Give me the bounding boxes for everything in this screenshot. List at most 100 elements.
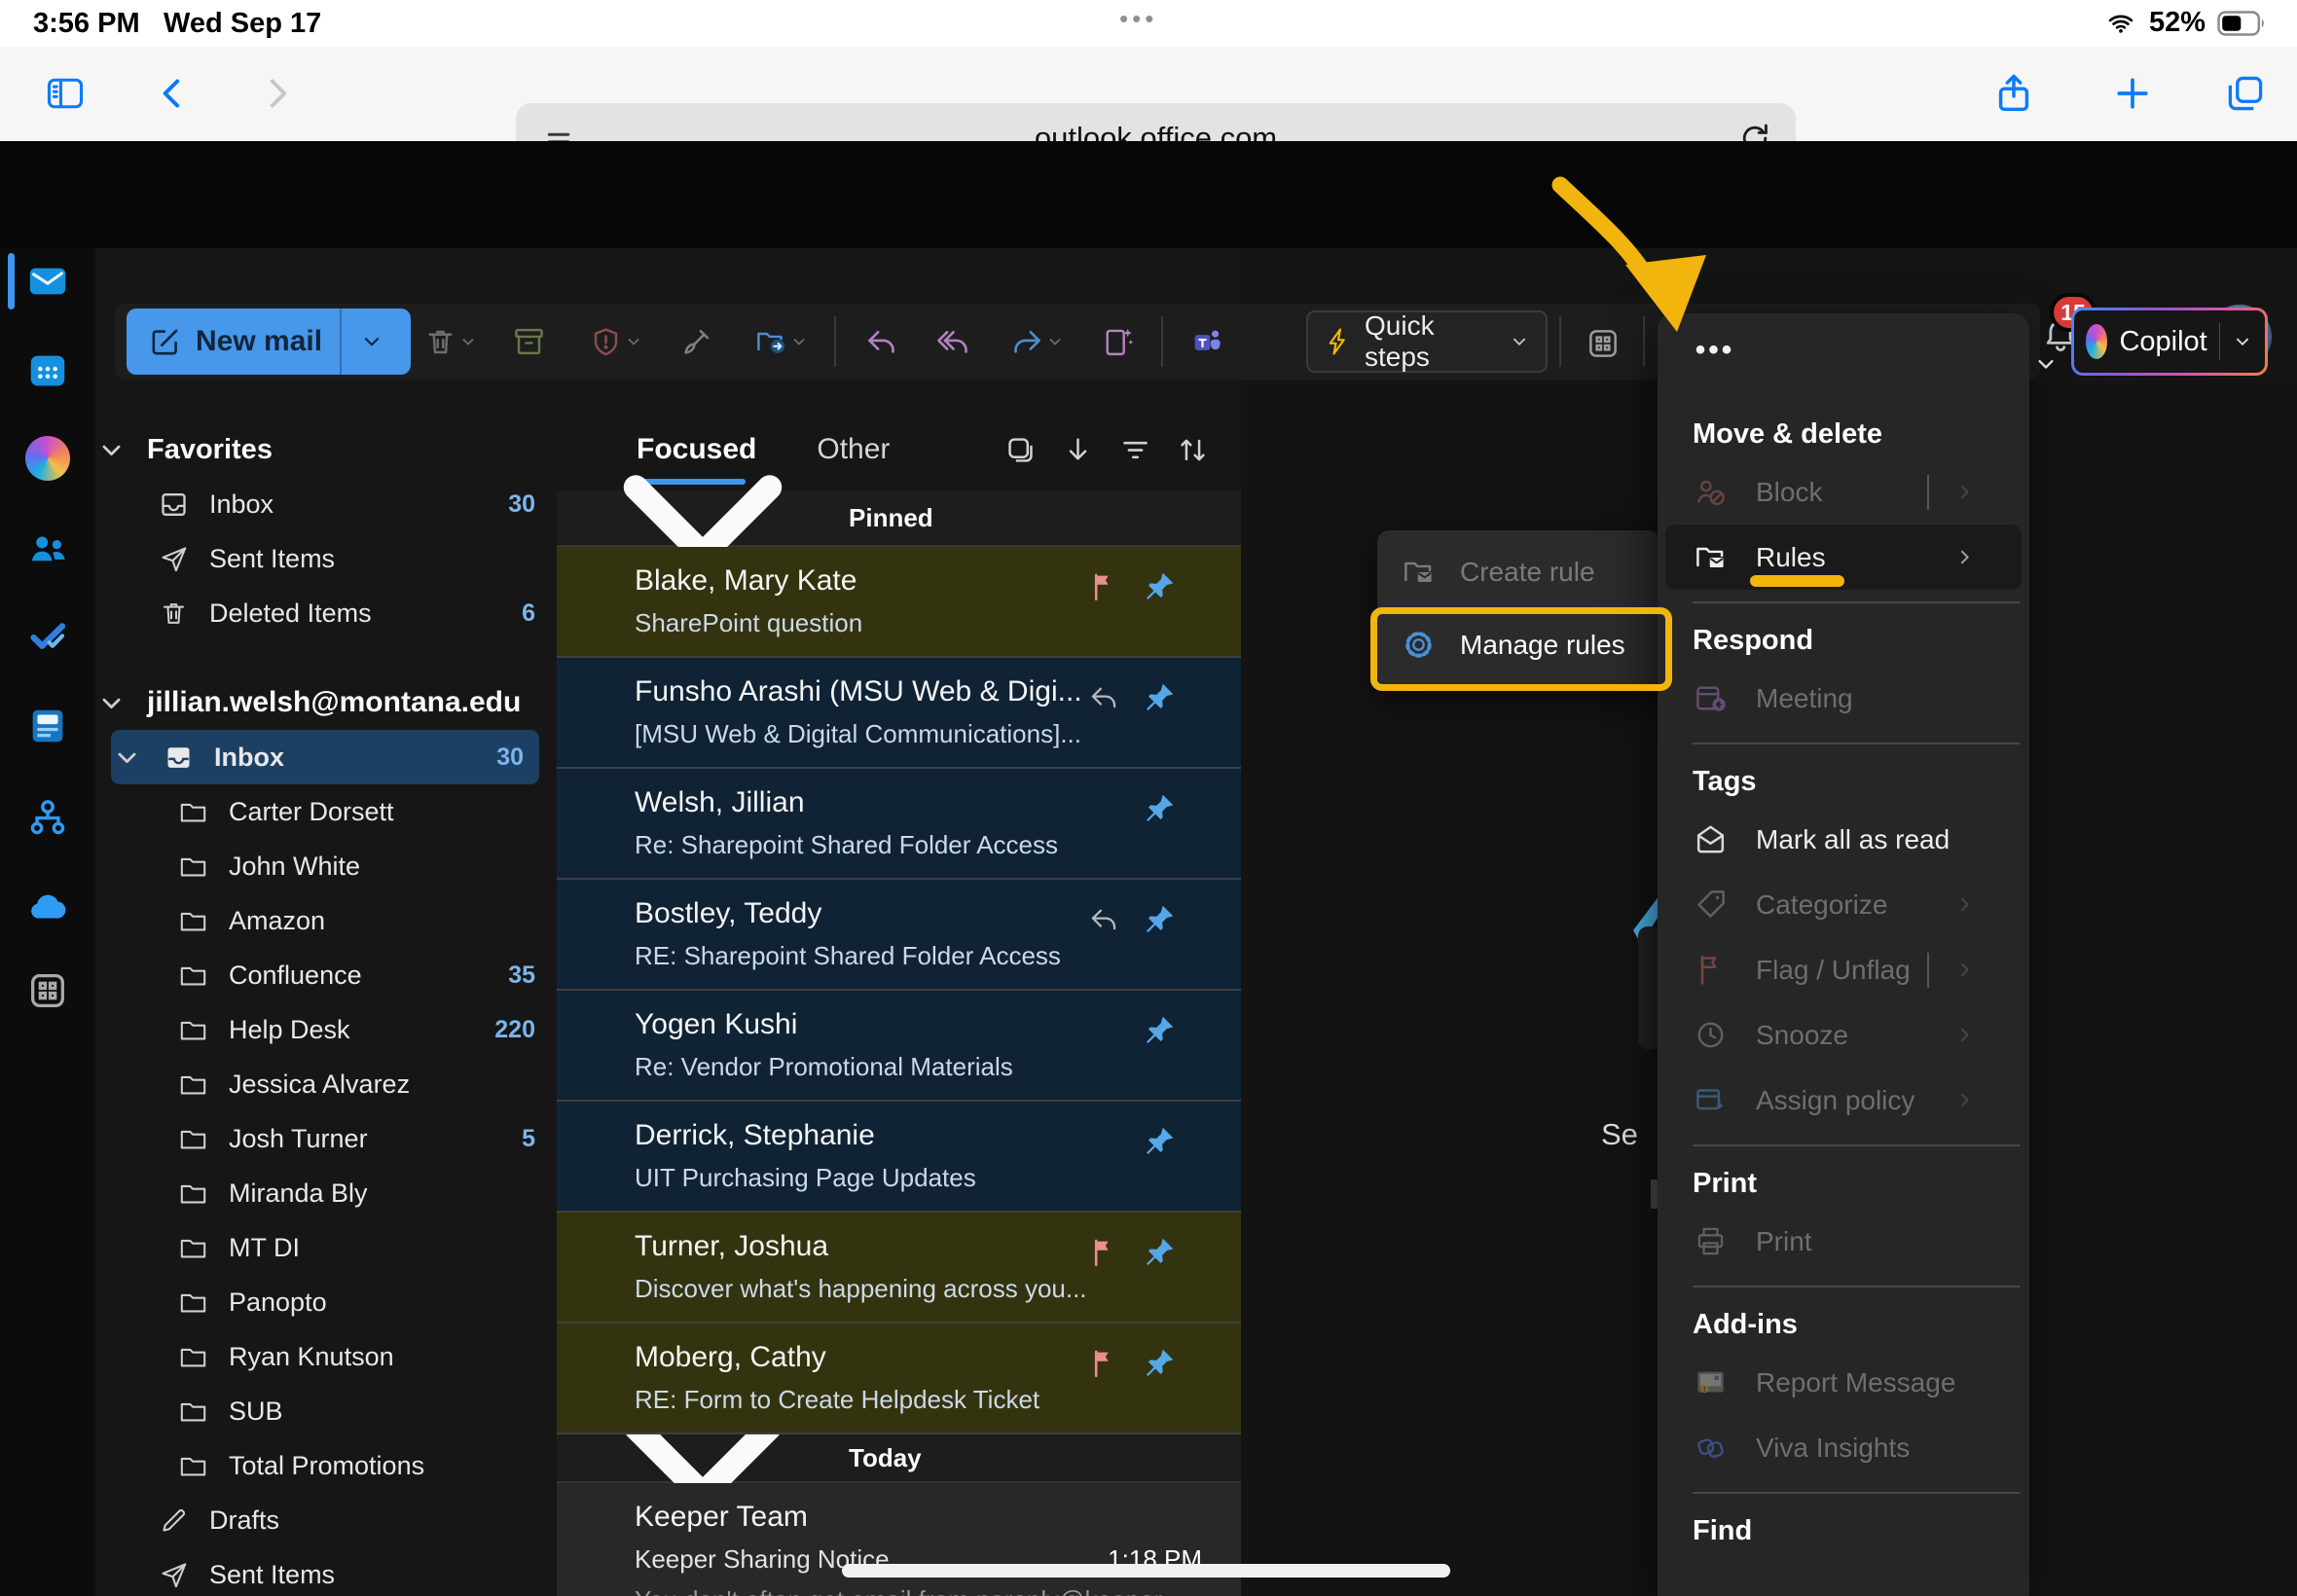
chevron-down-icon[interactable] [1045,332,1065,351]
tabs-icon[interactable] [2223,72,2268,115]
calendar-app-icon[interactable] [25,348,70,393]
select-messages-icon[interactable] [1003,433,1038,467]
filter-icon[interactable] [1118,433,1152,467]
message-row[interactable]: Turner, Joshua Discover what's happening… [557,1213,1241,1324]
folder-item-sub[interactable]: SUB [95,1384,557,1438]
folder-item-josh-turner[interactable]: Josh Turner5 [95,1111,557,1166]
chevron-down-icon[interactable] [2232,331,2253,352]
folder-item-inbox-selected[interactable]: Inbox30 [111,730,539,784]
folder-item-confluence[interactable]: Confluence35 [95,948,557,1002]
message-row[interactable]: Blake, Mary Kate SharePoint question [557,547,1241,658]
submenu-item-manage-rules[interactable]: Manage rules [1377,608,1659,681]
menu-item-print[interactable]: Print [1658,1209,2029,1274]
move-to-icon[interactable] [753,324,789,360]
message-row[interactable]: Funsho Arashi (MSU Web & Digi... [MSU We… [557,658,1241,769]
sort-icon[interactable] [1176,433,1210,467]
quick-steps-button[interactable]: Quick steps [1306,310,1548,373]
home-indicator[interactable] [842,1564,1450,1578]
message-row[interactable]: Moberg, Cathy RE: Form to Create Helpdes… [557,1324,1241,1434]
message-row[interactable]: Keeper Team Keeper Sharing Notice 1:18 P… [557,1483,1241,1596]
folder-item-ryan-knutson[interactable]: Ryan Knutson [95,1329,557,1384]
menu-item-viva-insights[interactable]: Viva Insights [1658,1415,2029,1480]
menu-item-snooze[interactable]: Snooze [1658,1002,2029,1068]
pin-icon[interactable] [1144,570,1177,603]
menu-item-meeting[interactable]: Meeting [1658,666,2029,731]
section-header-pinned[interactable]: Pinned [557,490,1241,547]
favorite-item-sent-items[interactable]: Sent Items [95,531,557,586]
org-chart-app-icon[interactable] [25,795,70,840]
summarize-icon[interactable] [1100,324,1136,360]
more-options-button[interactable]: ••• [1681,323,1749,378]
folder-item-drafts[interactable]: Drafts [95,1493,557,1547]
favorites-header[interactable]: Favorites [95,422,557,477]
folder-item-total-promotions[interactable]: Total Promotions [95,1438,557,1493]
favorite-item-inbox[interactable]: Inbox30 [95,477,557,531]
sweep-icon[interactable] [678,324,714,360]
forward-icon[interactable] [1009,324,1045,360]
back-button[interactable] [154,74,193,113]
pin-icon[interactable] [1144,681,1177,714]
more-apps-icon[interactable] [25,968,70,1013]
folder-item-mt-di[interactable]: MT DI [95,1220,557,1275]
folder-item-miranda-bly[interactable]: Miranda Bly [95,1166,557,1220]
journal-app-icon[interactable] [25,704,70,748]
copilot-button[interactable]: Copilot [2071,308,2268,376]
message-row[interactable]: Yogen Kushi Re: Vendor Promotional Mater… [557,991,1241,1102]
flag-icon[interactable] [1087,1236,1120,1269]
folder-item-sent-items[interactable]: Sent Items [95,1547,557,1596]
message-row[interactable]: Bostley, Teddy RE: Sharepoint Shared Fol… [557,880,1241,991]
pin-icon[interactable] [1144,1125,1177,1158]
folder-item-jessica-alvarez[interactable]: Jessica Alvarez [95,1057,557,1111]
onedrive-app-icon[interactable] [25,886,70,930]
submenu-item-create-rule[interactable]: Create rule [1377,535,1659,608]
pin-icon[interactable] [1144,1236,1177,1269]
pin-icon[interactable] [1144,792,1177,825]
menu-item-categorize[interactable]: Categorize [1658,872,2029,937]
mark-read-arrow-icon[interactable] [1061,433,1095,467]
menu-section-header-find: Find [1658,1505,2029,1556]
reply-all-icon[interactable] [936,324,972,360]
teams-icon[interactable] [1190,324,1226,360]
flag-icon[interactable] [1087,570,1120,603]
share-icon[interactable] [1991,70,2036,117]
folder-item-amazon[interactable]: Amazon [95,893,557,948]
section-header-today[interactable]: Today [557,1434,1241,1483]
pin-icon[interactable] [1144,1347,1177,1380]
pin-icon[interactable] [1144,903,1177,936]
folder-item-help-desk[interactable]: Help Desk220 [95,1002,557,1057]
message-row[interactable]: Derrick, Stephanie UIT Purchasing Page U… [557,1102,1241,1213]
todo-app-icon[interactable] [25,614,70,659]
sidebar-toggle-icon[interactable] [43,72,88,115]
delete-icon[interactable] [422,324,458,360]
chevron-down-icon[interactable] [624,332,643,351]
chevron-down-icon[interactable] [458,332,478,351]
new-mail-dropdown[interactable] [342,308,402,375]
message-row[interactable]: Welsh, Jillian Re: Sharepoint Shared Fol… [557,769,1241,880]
menu-item-label: Flag / Unflag [1756,955,1911,986]
chevron-down-icon[interactable] [789,332,809,351]
flag-icon[interactable] [1087,1347,1120,1380]
people-app-icon[interactable] [25,526,70,571]
account-header[interactable]: jillian.welsh@montana.edu [95,675,557,730]
mail-app-icon[interactable] [25,259,70,304]
report-icon[interactable] [588,324,624,360]
folder-item-carter-dorsett[interactable]: Carter Dorsett [95,784,557,839]
reply-icon[interactable] [863,324,899,360]
menu-item-block[interactable]: Block [1658,459,2029,525]
menu-item-report-message[interactable]: Report Message [1658,1350,2029,1415]
new-tab-icon[interactable] [2110,72,2155,115]
menu-item-mark-all-as-read[interactable]: Mark all as read [1658,807,2029,872]
ribbon-collapse-chevron-icon[interactable] [2032,350,2060,378]
archive-icon[interactable] [511,324,547,360]
menu-item-rules[interactable]: Rules [1665,525,2022,590]
menu-item-assign-policy[interactable]: Assign policy [1658,1068,2029,1133]
favorite-item-deleted-items[interactable]: Deleted Items6 [95,586,557,640]
folder-item-john-white[interactable]: John White [95,839,557,893]
folder-item-panopto[interactable]: Panopto [95,1275,557,1329]
copilot-app-icon[interactable] [25,436,70,481]
quick-access-grid-icon[interactable] [1585,325,1622,362]
new-mail-button[interactable]: New mail [127,308,411,375]
menu-item-flag-unflag[interactable]: Flag / Unflag [1658,937,2029,1002]
pin-icon[interactable] [1144,1014,1177,1047]
forward-button[interactable] [257,74,296,113]
